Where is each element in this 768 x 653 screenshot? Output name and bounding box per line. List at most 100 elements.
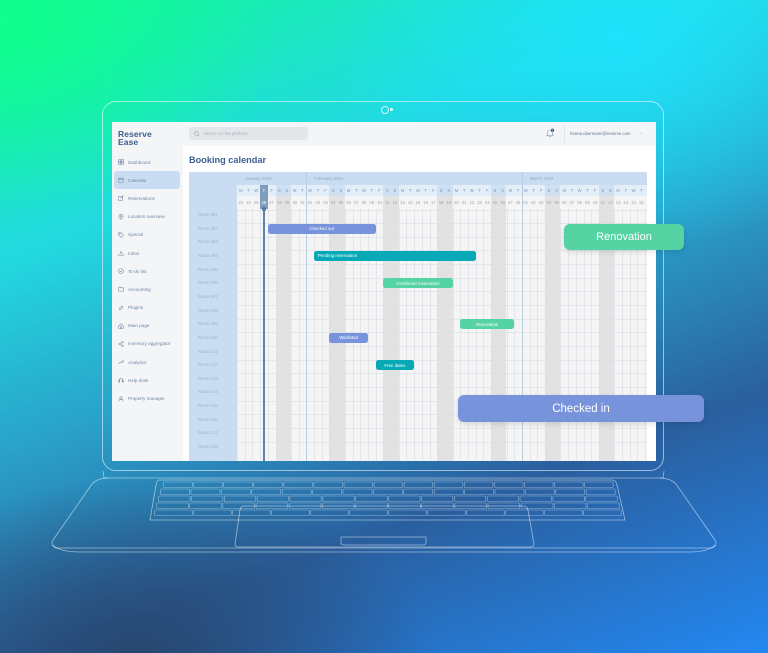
date-label[interactable]: 15 bbox=[637, 200, 645, 205]
sidebar-item-main-page[interactable]: Main page bbox=[114, 317, 180, 335]
date-label[interactable]: 18 bbox=[437, 200, 445, 205]
date-label[interactable]: 23 bbox=[476, 200, 484, 205]
date-label[interactable]: 10 bbox=[376, 200, 384, 205]
date-label[interactable]: 05 bbox=[553, 200, 561, 205]
date-label[interactable]: 10 bbox=[591, 200, 599, 205]
sidebar-item-help-desk[interactable]: Help desk bbox=[114, 371, 180, 389]
date-label[interactable]: 16 bbox=[422, 200, 430, 205]
date-label[interactable]: 12 bbox=[607, 200, 615, 205]
sidebar-item-property-manager[interactable]: Property manager bbox=[114, 389, 180, 407]
date-label[interactable]: 08 bbox=[576, 200, 584, 205]
date-label[interactable]: 28 bbox=[514, 200, 522, 205]
date-label[interactable]: 08 bbox=[360, 200, 368, 205]
sidebar-item-dashboard[interactable]: Dashboard bbox=[114, 153, 180, 171]
room-label[interactable]: Room 217 bbox=[198, 430, 218, 435]
room-label[interactable]: Room 204 bbox=[198, 253, 218, 258]
date-label[interactable]: 01 bbox=[522, 200, 530, 205]
room-label[interactable]: Room 211 bbox=[198, 349, 218, 354]
room-label[interactable]: Room 216 bbox=[198, 417, 218, 422]
room-label[interactable]: Room 202 bbox=[198, 226, 218, 231]
booking-bar-renovation[interactable]: Renovation bbox=[460, 319, 515, 330]
date-label[interactable]: 11 bbox=[599, 200, 607, 205]
room-label[interactable]: Room 212 bbox=[198, 362, 218, 367]
date-label[interactable]: 27 bbox=[507, 200, 515, 205]
room-label[interactable]: Room 215 bbox=[198, 403, 218, 408]
room-label[interactable]: Room 201 bbox=[198, 212, 218, 217]
sidebar-item-inventory-aggregator[interactable]: Inventory aggregator bbox=[114, 335, 180, 353]
date-label[interactable]: 04 bbox=[329, 200, 337, 205]
date-label[interactable]: 06 bbox=[345, 200, 353, 205]
date-label[interactable]: 31 bbox=[299, 200, 307, 205]
date-label[interactable]: 12 bbox=[391, 200, 399, 205]
chevron-down-icon[interactable]: ⌄ bbox=[639, 130, 643, 136]
sidebar-item-accounting[interactable]: Accounting bbox=[114, 280, 180, 298]
date-label[interactable]: 17 bbox=[430, 200, 438, 205]
room-label[interactable]: Room 209 bbox=[198, 321, 218, 326]
date-label[interactable]: 06 bbox=[560, 200, 568, 205]
date-label[interactable]: 13 bbox=[614, 200, 622, 205]
sidebar-item-to-do-list[interactable]: To-do list bbox=[114, 262, 180, 280]
booking-bar-checked-out[interactable]: Checked out bbox=[267, 223, 376, 234]
notification-bell-icon[interactable]: 1 bbox=[545, 128, 555, 138]
search-input[interactable]: Search on the platform bbox=[189, 127, 308, 140]
date-label[interactable]: 09 bbox=[584, 200, 592, 205]
date-label[interactable]: 14 bbox=[406, 200, 414, 205]
date-label[interactable]: 13 bbox=[622, 200, 630, 205]
room-label[interactable]: Room 206 bbox=[198, 280, 218, 285]
app-logo[interactable]: Reserve Ease bbox=[118, 130, 152, 147]
room-label[interactable]: Room 213 bbox=[198, 376, 218, 381]
date-label[interactable]: 27 bbox=[268, 200, 276, 205]
date-label[interactable]: 03 bbox=[537, 200, 545, 205]
date-label[interactable]: 25 bbox=[252, 200, 260, 205]
date-label[interactable]: 07 bbox=[568, 200, 576, 205]
date-label[interactable]: 15 bbox=[645, 200, 648, 205]
user-email[interactable]: hanna.ubermann@reserve.com bbox=[570, 131, 631, 136]
weekday-label: S bbox=[285, 188, 289, 193]
sidebar-item-reservations[interactable]: Reservations bbox=[114, 189, 180, 207]
date-label[interactable]: 28 bbox=[276, 200, 284, 205]
room-label[interactable]: Room 205 bbox=[198, 267, 218, 272]
sidebar-item-analytics[interactable]: Analytics bbox=[114, 353, 180, 371]
date-label[interactable]: 11 bbox=[383, 200, 391, 205]
booking-bar-waitlisted[interactable]: Waitlisted bbox=[329, 332, 368, 343]
booking-bar-confirmed[interactable]: Confirmed reservation bbox=[383, 278, 453, 289]
date-label[interactable]: 26 bbox=[260, 200, 268, 205]
sidebar-item-inbox[interactable]: Inbox bbox=[114, 244, 180, 262]
room-label[interactable]: Room 214 bbox=[198, 389, 218, 394]
date-label[interactable]: 25 bbox=[491, 200, 499, 205]
room-label[interactable]: Room 207 bbox=[198, 294, 218, 299]
date-label[interactable]: 07 bbox=[353, 200, 361, 205]
room-label[interactable]: Room 203 bbox=[198, 239, 218, 244]
date-label[interactable]: 02 bbox=[314, 200, 322, 205]
date-label[interactable]: 09 bbox=[368, 200, 376, 205]
room-label[interactable]: Room 218 bbox=[198, 444, 218, 449]
sidebar-item-calendar[interactable]: Calendar bbox=[114, 171, 180, 190]
today-marker-handle[interactable] bbox=[261, 207, 266, 211]
date-label[interactable]: 29 bbox=[283, 200, 291, 205]
sidebar-item-plugins[interactable]: Plugins bbox=[114, 299, 180, 317]
booking-bar-free-dates[interactable]: Free dates bbox=[375, 360, 415, 371]
date-label[interactable]: 13 bbox=[630, 200, 638, 205]
sidebar-item-special[interactable]: Special bbox=[114, 226, 180, 244]
date-label[interactable]: 24 bbox=[483, 200, 491, 205]
sidebar-item-location-overview[interactable]: Location overview bbox=[114, 208, 180, 226]
room-label[interactable]: Room 208 bbox=[198, 308, 218, 313]
date-label[interactable]: 21 bbox=[460, 200, 468, 205]
date-label[interactable]: 15 bbox=[414, 200, 422, 205]
date-label[interactable]: 19 bbox=[445, 200, 453, 205]
date-label[interactable]: 20 bbox=[453, 200, 461, 205]
date-label[interactable]: 30 bbox=[291, 200, 299, 205]
date-label[interactable]: 13 bbox=[399, 200, 407, 205]
date-label[interactable]: 22 bbox=[468, 200, 476, 205]
date-label[interactable]: 24 bbox=[245, 200, 253, 205]
date-label[interactable]: 26 bbox=[499, 200, 507, 205]
booking-bar-pending[interactable]: Pending reservation bbox=[314, 250, 476, 261]
date-label[interactable]: 05 bbox=[337, 200, 345, 205]
grid-line-vertical bbox=[260, 209, 262, 461]
date-label[interactable]: 23 bbox=[237, 200, 245, 205]
date-label[interactable]: 04 bbox=[545, 200, 553, 205]
date-label[interactable]: 01 bbox=[306, 200, 314, 205]
date-label[interactable]: 02 bbox=[530, 200, 538, 205]
room-label[interactable]: Room 210 bbox=[198, 335, 218, 340]
date-label[interactable]: 03 bbox=[322, 200, 330, 205]
